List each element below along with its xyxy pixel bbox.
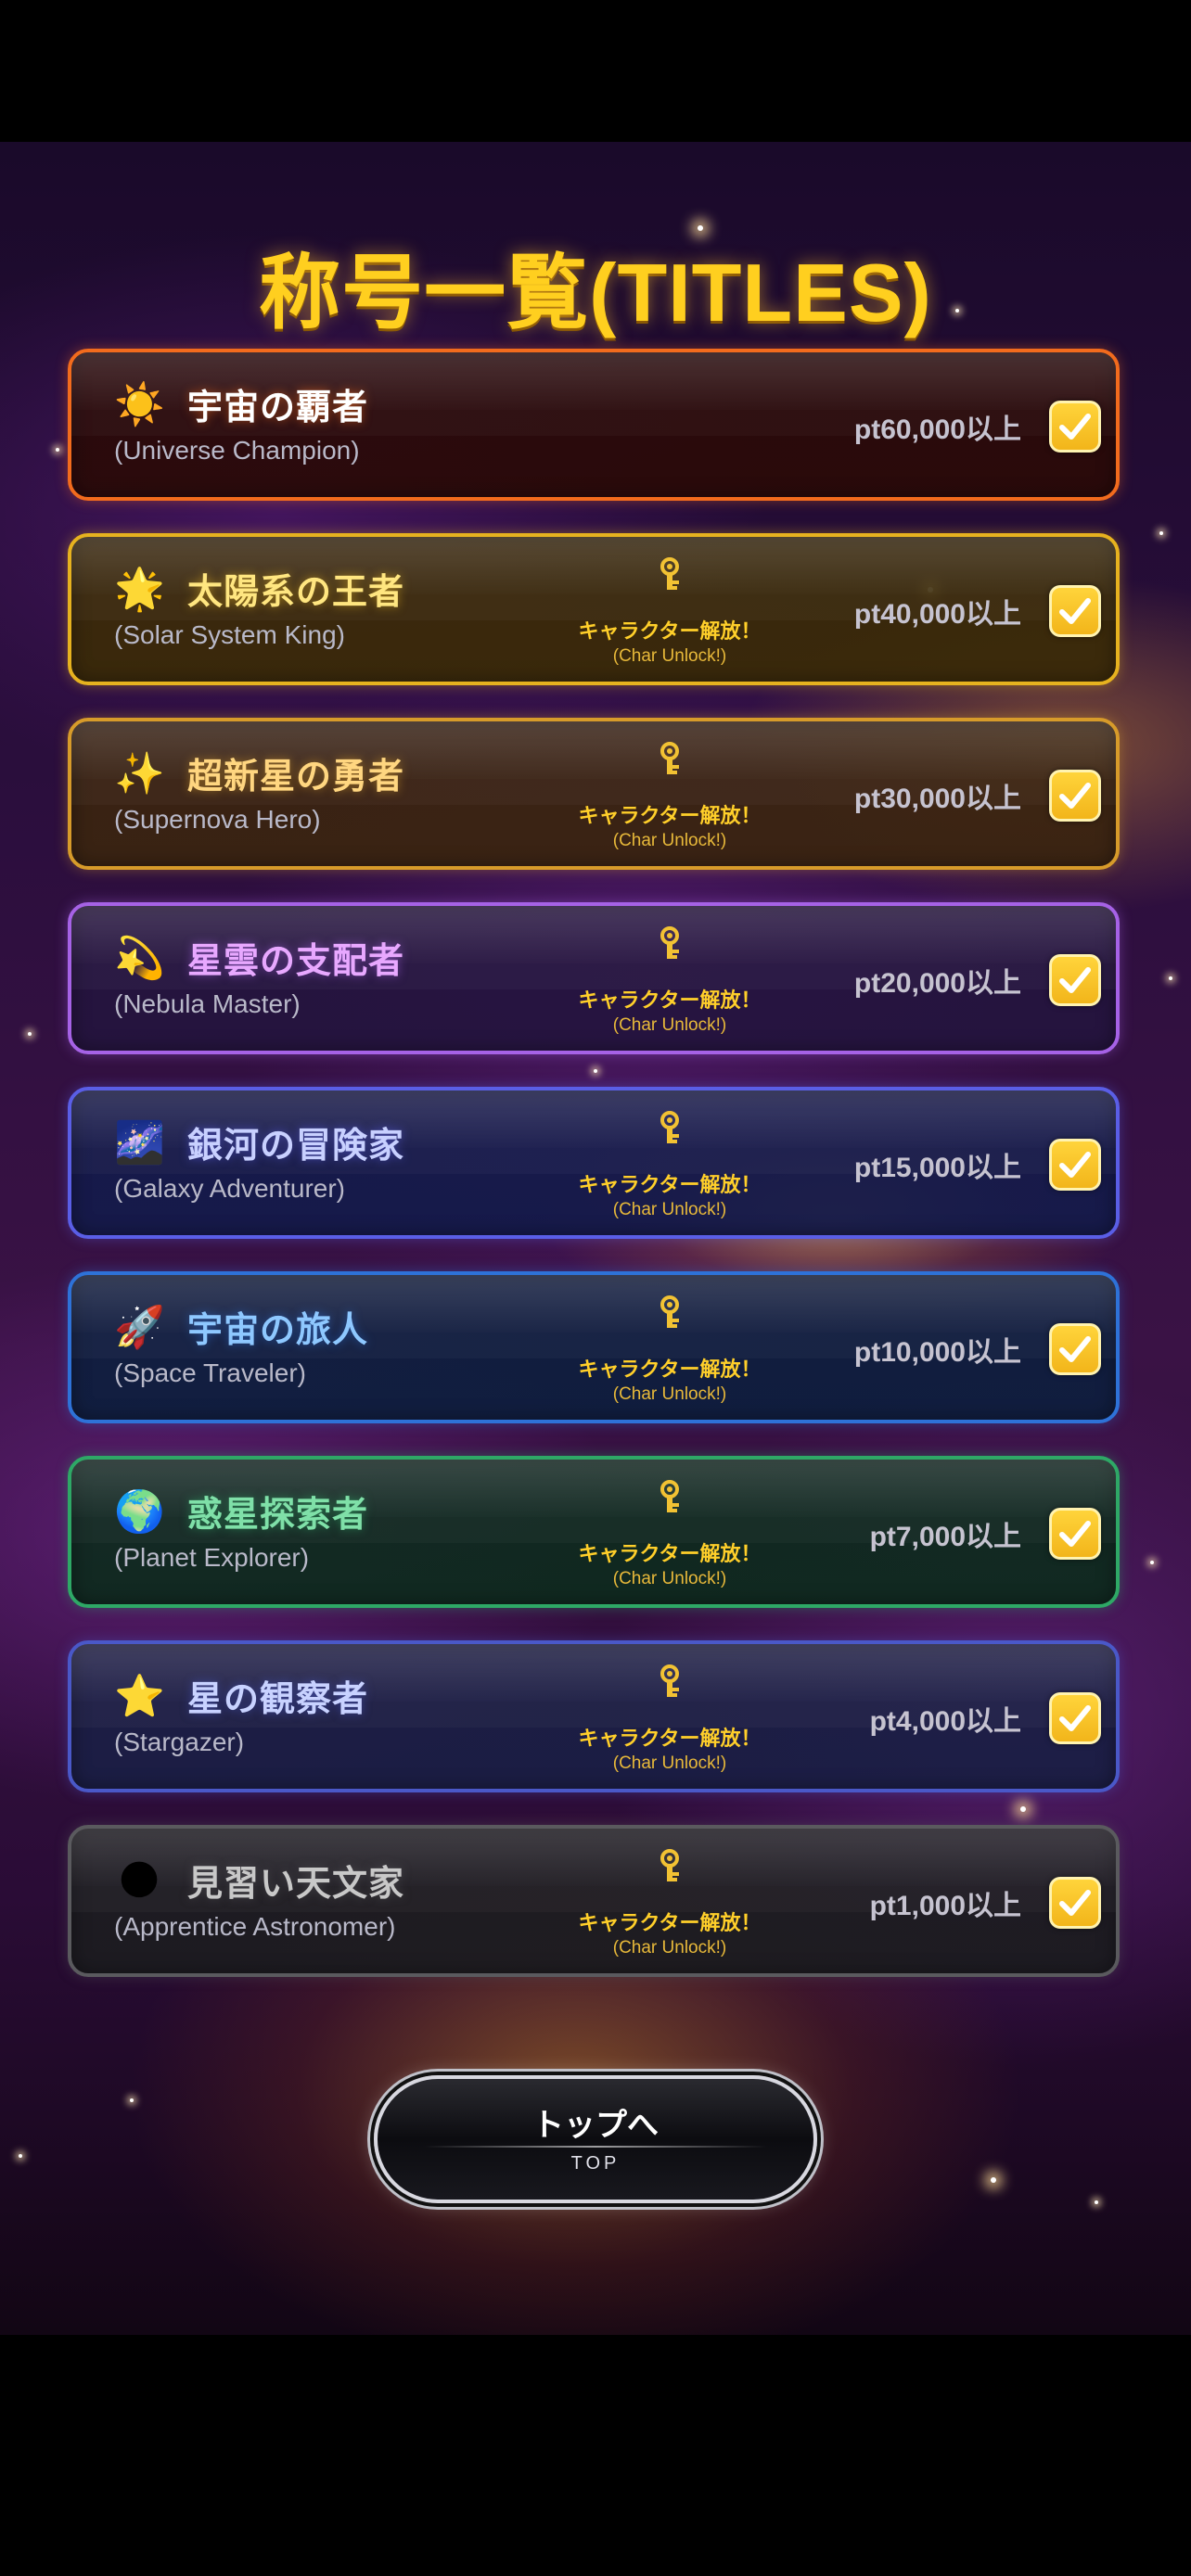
points-requirement: pt7,000以上 — [869, 1522, 1021, 1552]
achieved-checkbox[interactable] — [1049, 1692, 1101, 1744]
title-card: 🌑 見習い天文家 (Apprentice Astronomer) キャラクター解放！ (… — [68, 1825, 1120, 1977]
unlock-label: キャラクター解放！ — [578, 805, 762, 828]
points-requirement: pt60,000以上 — [853, 414, 1021, 445]
achieved-checkbox[interactable] — [1049, 1139, 1101, 1191]
achieved-checkbox[interactable] — [1049, 1323, 1101, 1375]
title-name: 星雲の支配者 — [187, 940, 405, 981]
page-title: 称号一覧(TITLES) — [259, 247, 932, 338]
key-icon — [651, 925, 688, 962]
glowing-star-icon: 🌟 — [114, 566, 165, 613]
title-card: ✨ 超新星の勇者 (Supernova Hero) キャラクター解放！ (Char Un… — [68, 718, 1120, 870]
unlock-label-english: (Char Unlock!) — [612, 1569, 727, 1588]
points-requirement: pt1,000以上 — [869, 1891, 1021, 1921]
key-icon — [651, 1478, 688, 1515]
points-requirement: pt30,000以上 — [853, 784, 1021, 814]
title-name: 見習い天文家 — [187, 1863, 405, 1904]
top-button-label: トップへ — [532, 2107, 659, 2144]
title-name-english: (Apprentice Astronomer) — [114, 1912, 396, 1941]
points-requirement: pt4,000以上 — [869, 1706, 1021, 1737]
points-requirement: pt20,000以上 — [853, 968, 1021, 999]
title-name-english: (Universe Champion) — [114, 436, 360, 465]
title-name: 星の観察者 — [187, 1678, 369, 1719]
key-icon — [651, 1663, 688, 1700]
achieved-checkbox[interactable] — [1049, 401, 1101, 453]
unlock-label: キャラクター解放！ — [578, 1728, 762, 1751]
title-card: 🌟 太陽系の王者 (Solar System King) キャラクター解放！ (Char… — [68, 533, 1120, 685]
title-card: 🚀 宇宙の旅人 (Space Traveler) キャラクター解放！ (Char Unl… — [68, 1271, 1120, 1423]
key-icon — [651, 1294, 688, 1331]
star-icon: ⭐ — [114, 1673, 165, 1720]
unlock-label: キャラクター解放！ — [578, 1174, 762, 1197]
unlock-label-english: (Char Unlock!) — [612, 646, 727, 666]
key-icon — [651, 740, 688, 777]
unlock-label: キャラクター解放！ — [578, 1543, 762, 1566]
unlock-label: キャラクター解放！ — [578, 620, 762, 644]
title-name: 宇宙の覇者 — [187, 387, 369, 427]
unlock-label-english: (Char Unlock!) — [612, 1200, 727, 1219]
achieved-checkbox[interactable] — [1049, 954, 1101, 1006]
points-requirement: pt10,000以上 — [853, 1337, 1021, 1368]
key-icon — [651, 1109, 688, 1146]
title-name-english: (Solar System King) — [114, 620, 345, 649]
unlock-label-english: (Char Unlock!) — [612, 831, 727, 850]
title-name: 超新星の勇者 — [187, 756, 405, 797]
title-name: 太陽系の王者 — [187, 571, 405, 612]
unlock-label-english: (Char Unlock!) — [612, 1384, 727, 1404]
achieved-checkbox[interactable] — [1049, 1508, 1101, 1560]
title-name-english: (Nebula Master) — [114, 989, 301, 1018]
unlock-label-english: (Char Unlock!) — [612, 1015, 727, 1035]
top-button[interactable]: トップへ TOP — [374, 2075, 817, 2203]
title-name-english: (Planet Explorer) — [114, 1543, 310, 1572]
milky-way-icon: 🌌 — [114, 1119, 165, 1167]
unlock-label: キャラクター解放！ — [578, 1912, 762, 1935]
title-name-english: (Galaxy Adventurer) — [114, 1174, 345, 1203]
unlock-label-english: (Char Unlock!) — [612, 1753, 727, 1773]
dizzy-star-icon: 💫 — [114, 935, 165, 982]
title-name-english: (Supernova Hero) — [114, 805, 321, 834]
title-card: 🌌 銀河の冒険家 (Galaxy Adventurer) キャラクター解放！ (Char… — [68, 1087, 1120, 1239]
top-button-sublabel: TOP — [570, 2153, 621, 2174]
title-name: 宇宙の旅人 — [187, 1309, 369, 1350]
achieved-checkbox[interactable] — [1049, 585, 1101, 637]
title-card: ⭐ 星の観察者 (Stargazer) キャラクター解放！ (Char Unlock!)… — [68, 1640, 1120, 1792]
moon-icon: 🌑 — [118, 1857, 160, 1905]
sparkles-icon: ✨ — [114, 750, 165, 797]
title-name: 惑星探索者 — [187, 1494, 369, 1535]
title-name-english: (Space Traveler) — [114, 1358, 306, 1387]
achieved-checkbox[interactable] — [1049, 770, 1101, 822]
unlock-label: キャラクター解放！ — [578, 1358, 762, 1382]
key-icon — [651, 555, 688, 593]
points-requirement: pt40,000以上 — [853, 599, 1021, 630]
key-icon — [651, 1847, 688, 1884]
title-name-english: (Stargazer) — [114, 1728, 245, 1756]
globe-icon: 🌍 — [114, 1488, 165, 1536]
title-card: ☀️ 宇宙の覇者 (Universe Champion) pt60,000以上 — [68, 349, 1120, 501]
unlock-label: キャラクター解放！ — [578, 989, 762, 1013]
title-card: 💫 星雲の支配者 (Nebula Master) キャラクター解放！ (Char Unl… — [68, 902, 1120, 1054]
divider — [424, 2146, 767, 2148]
rocket-icon: 🚀 — [114, 1304, 165, 1351]
title-card: 🌍 惑星探索者 (Planet Explorer) キャラクター解放！ (Char Un… — [68, 1456, 1120, 1608]
title-name: 銀河の冒険家 — [187, 1125, 405, 1166]
unlock-label-english: (Char Unlock!) — [612, 1938, 727, 1958]
points-requirement: pt15,000以上 — [853, 1153, 1021, 1183]
achieved-checkbox[interactable] — [1049, 1877, 1101, 1929]
sun-icon: ☀️ — [114, 381, 165, 428]
